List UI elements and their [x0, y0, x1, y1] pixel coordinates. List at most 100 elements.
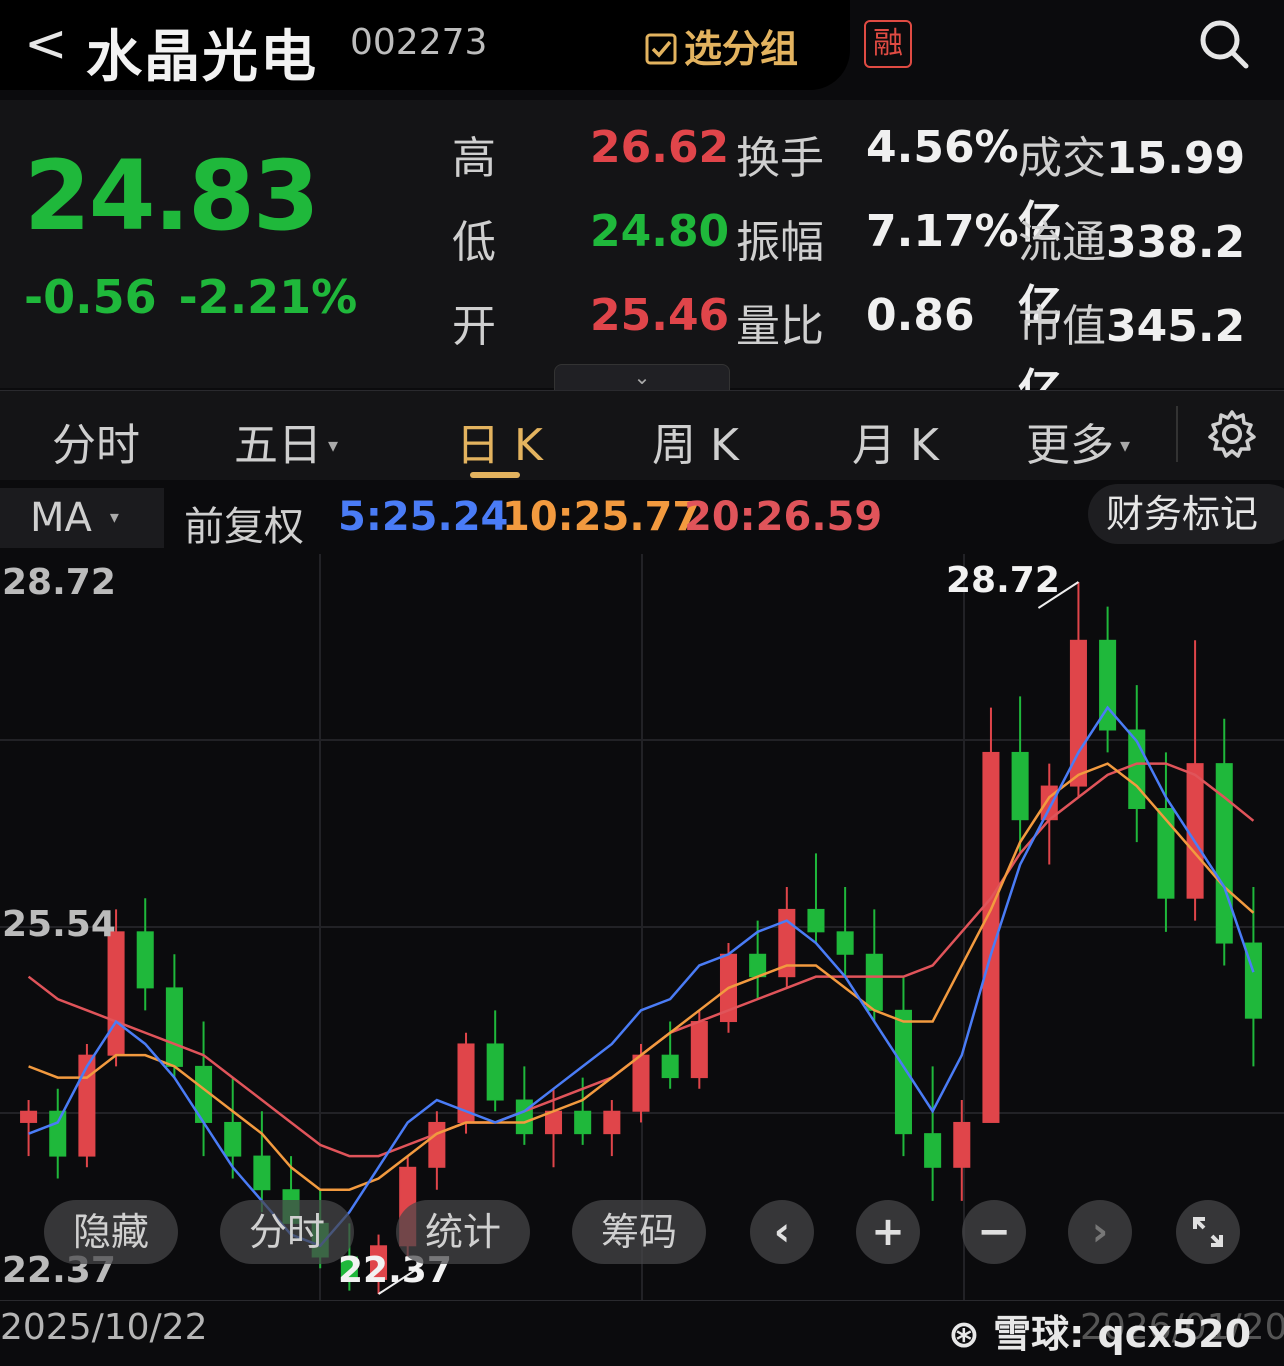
- stat-value: 25.46: [590, 290, 730, 341]
- zoom-in-button[interactable]: +: [856, 1200, 920, 1264]
- tab-label: 日 K: [456, 420, 543, 471]
- stat-value: 24.80: [590, 206, 730, 257]
- candle-body: [894, 1009, 912, 1135]
- change-value: -0.56: [24, 270, 157, 324]
- watermark-text: 雪球: qcx520: [993, 1312, 1252, 1356]
- stat-label: 流通: [1018, 217, 1106, 268]
- chart-settings-button[interactable]: [1206, 408, 1258, 464]
- price-change: -0.56 -2.21%: [24, 270, 379, 324]
- scroll-left-button[interactable]: ‹: [750, 1200, 814, 1264]
- caret-down-icon: ▾: [109, 507, 119, 528]
- candle-body: [690, 1021, 708, 1079]
- adjustment-mode[interactable]: 前复权: [184, 494, 304, 552]
- stat-label: 开: [452, 301, 496, 352]
- candle-body: [924, 1133, 942, 1168]
- stat-label: 量比: [736, 301, 824, 352]
- stat-value: 0.86: [866, 290, 975, 341]
- stats-button[interactable]: 统计: [396, 1200, 530, 1264]
- tab-more[interactable]: 更多 ▾: [1026, 409, 1130, 473]
- candle-body: [953, 1121, 971, 1168]
- stat-row-open: 开 25.46 量比 0.86 市值345.2亿: [452, 290, 1272, 416]
- tab-daily-k[interactable]: 日 K: [456, 409, 543, 473]
- tab-label: 五日: [234, 420, 322, 471]
- checkbox-icon: [645, 33, 677, 65]
- tab-label: 月 K: [852, 420, 939, 471]
- ma-indicator-bar: MA ▾ 前复权 5:25.24 10:25.77 20:26.59 财务标记: [0, 480, 1284, 554]
- snowball-watermark: ⊛ 雪球: qcx520: [948, 1303, 1251, 1358]
- candle-body: [515, 1099, 533, 1135]
- expand-quote-button[interactable]: ⌄: [554, 364, 730, 390]
- tab-intraday[interactable]: 分时: [52, 409, 140, 473]
- candle-body: [136, 931, 154, 989]
- ma10-value: 10:25.77: [502, 494, 701, 540]
- ma5-value: 5:25.24: [338, 494, 509, 540]
- hide-button[interactable]: 隐藏: [44, 1200, 178, 1264]
- tab-label: 更多: [1026, 420, 1114, 471]
- ma-select[interactable]: MA ▾: [0, 488, 164, 548]
- candle-body: [807, 908, 825, 933]
- financial-marks-button[interactable]: 财务标记: [1088, 484, 1284, 544]
- stat-value: 4.56%: [866, 122, 1019, 173]
- gear-icon: [1208, 410, 1256, 458]
- snowball-logo-icon: ⊛: [948, 1312, 994, 1356]
- high-marker-label: 28.72: [946, 560, 1060, 601]
- zoom-out-button[interactable]: −: [962, 1200, 1026, 1264]
- stat-row-low: 低 24.80 振幅 7.17% 流通338.2亿: [452, 206, 1272, 332]
- chevron-down-icon: ⌄: [633, 365, 651, 389]
- candle-body: [165, 987, 183, 1067]
- caret-down-icon: ▾: [328, 433, 339, 457]
- quote-stats: 高 26.62 换手 4.56% 成交15.99亿 低 24.80 振幅 7.1…: [452, 122, 1272, 416]
- stock-name: 水晶光电: [86, 25, 318, 90]
- candle-body: [1186, 763, 1204, 899]
- candle-body: [1157, 807, 1175, 899]
- search-icon: [1200, 20, 1249, 69]
- intraday-button[interactable]: 分时: [220, 1200, 354, 1264]
- candle-body: [661, 1054, 679, 1079]
- chips-button[interactable]: 筹码: [572, 1200, 706, 1264]
- back-button[interactable]: <: [24, 14, 68, 74]
- stat-value: 26.62: [590, 122, 730, 173]
- candle-body: [253, 1155, 271, 1191]
- candle-body: [428, 1121, 446, 1168]
- tab-weekly-k[interactable]: 周 K: [652, 409, 739, 473]
- stat-label: 高: [452, 133, 496, 184]
- candle-body: [49, 1110, 67, 1157]
- tab-monthly-k[interactable]: 月 K: [852, 409, 939, 473]
- fullscreen-button[interactable]: [1176, 1200, 1240, 1264]
- tab-five-day[interactable]: 五日 ▾: [234, 409, 338, 473]
- active-tab-indicator: [470, 472, 520, 478]
- margin-trading-badge[interactable]: 融: [864, 20, 912, 68]
- tab-label: 周 K: [652, 420, 739, 471]
- candle-body: [1215, 763, 1233, 944]
- search-button[interactable]: [1196, 16, 1252, 76]
- stat-row-high: 高 26.62 换手 4.56% 成交15.99亿: [452, 122, 1272, 248]
- stat-label: 成交: [1018, 133, 1106, 184]
- candle-body: [836, 931, 854, 955]
- ma-select-label: MA: [30, 495, 92, 541]
- stat-value: 7.17%: [866, 206, 1019, 257]
- candle-body: [107, 931, 125, 1056]
- candle-body: [865, 953, 883, 1011]
- pick-group-button[interactable]: 选分组: [644, 18, 798, 73]
- pick-group-label: 选分组: [684, 27, 799, 71]
- y-axis-max: 28.72: [2, 562, 116, 603]
- stat-label: 市值: [1018, 301, 1106, 352]
- scroll-right-button[interactable]: ›: [1068, 1200, 1132, 1264]
- stat-label: 振幅: [736, 217, 824, 268]
- kline-svg: [0, 554, 1284, 1300]
- period-tabs: 分时 五日 ▾ 日 K 周 K 月 K 更多 ▾: [0, 390, 1284, 480]
- quote-panel: 24.83 -0.56 -2.21% 高 26.62 换手 4.56% 成交15.…: [0, 100, 1284, 416]
- current-price: 24.83: [24, 140, 320, 252]
- stat-label: 换手: [736, 133, 824, 184]
- ma20-value: 20:26.59: [684, 494, 883, 540]
- candle-body: [20, 1110, 38, 1123]
- candle-body: [1011, 751, 1029, 821]
- caret-down-icon: ▾: [1120, 433, 1131, 457]
- tab-label: 分时: [52, 420, 140, 471]
- candle-body: [632, 1054, 650, 1112]
- change-percent: -2.21%: [178, 270, 358, 324]
- kline-chart[interactable]: 28.72 25.54 22.37 28.72 22.37: [0, 554, 1284, 1300]
- candle-body: [224, 1121, 242, 1157]
- candle-body: [603, 1110, 621, 1135]
- top-bar: < 水晶光电 002273 选分组: [0, 0, 850, 90]
